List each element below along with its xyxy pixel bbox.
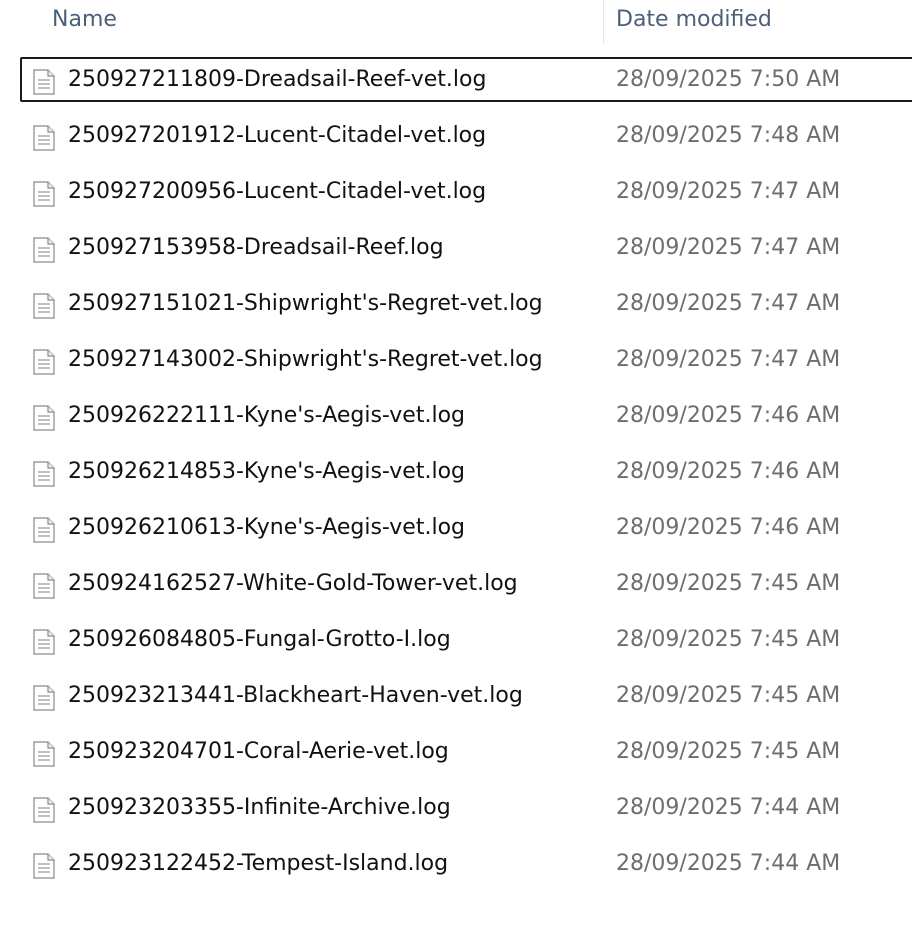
file-date-modified: 28/09/2025 7:47 AM [616, 291, 841, 316]
file-date-modified: 28/09/2025 7:50 AM [616, 67, 841, 92]
file-date-modified: 28/09/2025 7:47 AM [616, 179, 841, 204]
file-date-modified: 28/09/2025 7:46 AM [616, 403, 841, 428]
sort-caret-icon: ˅ [760, 0, 766, 7]
file-row[interactable]: 250923204701-Coral-Aerie-vet.log 28/09/20… [0, 728, 912, 784]
file-date-modified: 28/09/2025 7:47 AM [616, 347, 841, 372]
column-divider[interactable] [603, 0, 604, 44]
column-header-bar: Name Date modified ˅ [0, 0, 912, 44]
file-date-modified: 28/09/2025 7:44 AM [616, 795, 841, 820]
text-file-icon [33, 685, 55, 711]
file-row[interactable]: 250923203355-Infinite-Archive.log 28/09/2… [0, 784, 912, 840]
file-row[interactable]: 250927151021-Shipwright's-Regret-vet.log… [0, 280, 912, 336]
text-file-icon [33, 125, 55, 151]
text-file-icon [33, 741, 55, 767]
file-name[interactable]: 250923122452-Tempest-Island.log [68, 840, 448, 888]
text-file-icon [33, 517, 55, 543]
file-name[interactable]: 250926222111-Kyne's-Aegis-vet.log [68, 392, 465, 440]
file-name[interactable]: 250924162527-White-Gold-Tower-vet.log [68, 560, 518, 608]
file-row[interactable]: 250926210613-Kyne's-Aegis-vet.log 28/09/2… [0, 504, 912, 560]
file-row[interactable]: 250924162527-White-Gold-Tower-vet.log 28/… [0, 560, 912, 616]
text-file-icon [33, 293, 55, 319]
file-row[interactable]: 250926214853-Kyne's-Aegis-vet.log 28/09/2… [0, 448, 912, 504]
file-name[interactable]: 250923213441-Blackheart-Haven-vet.log [68, 672, 523, 720]
file-date-modified: 28/09/2025 7:45 AM [616, 739, 841, 764]
file-row[interactable]: 250927143002-Shipwright's-Regret-vet.log… [0, 336, 912, 392]
file-name[interactable]: 250927153958-Dreadsail-Reef.log [68, 224, 444, 272]
file-date-modified: 28/09/2025 7:48 AM [616, 123, 841, 148]
file-date-modified: 28/09/2025 7:46 AM [616, 515, 841, 540]
text-file-icon [33, 69, 55, 95]
file-row[interactable]: 250923122452-Tempest-Island.log 28/09/202… [0, 840, 912, 896]
file-row[interactable]: 250926222111-Kyne's-Aegis-vet.log 28/09/2… [0, 392, 912, 448]
column-header-name[interactable]: Name [52, 0, 592, 40]
file-date-modified: 28/09/2025 7:47 AM [616, 235, 841, 260]
file-row[interactable]: 250926084805-Fungal-Grotto-I.log 28/09/20… [0, 616, 912, 672]
file-name[interactable]: 250927201912-Lucent-Citadel-vet.log [68, 112, 486, 160]
file-row[interactable]: 250923213441-Blackheart-Haven-vet.log 28/… [0, 672, 912, 728]
file-name[interactable]: 250926084805-Fungal-Grotto-I.log [68, 616, 451, 664]
file-name[interactable]: 250927211809-Dreadsail-Reef-vet.log [68, 56, 486, 104]
file-list: 250927211809-Dreadsail-Reef-vet.log 28/09… [0, 56, 912, 896]
file-date-modified: 28/09/2025 7:45 AM [616, 627, 841, 652]
file-row[interactable]: 250927201912-Lucent-Citadel-vet.log 28/09… [0, 112, 912, 168]
text-file-icon [33, 405, 55, 431]
file-date-modified: 28/09/2025 7:46 AM [616, 459, 841, 484]
text-file-icon [33, 853, 55, 879]
file-name[interactable]: 250923204701-Coral-Aerie-vet.log [68, 728, 449, 776]
file-date-modified: 28/09/2025 7:45 AM [616, 683, 841, 708]
file-row[interactable]: 250927153958-Dreadsail-Reef.log 28/09/202… [0, 224, 912, 280]
file-name[interactable]: 250927151021-Shipwright's-Regret-vet.log [68, 280, 543, 328]
file-name[interactable]: 250926214853-Kyne's-Aegis-vet.log [68, 448, 465, 496]
file-date-modified: 28/09/2025 7:44 AM [616, 851, 841, 876]
file-name[interactable]: 250927200956-Lucent-Citadel-vet.log [68, 168, 486, 216]
text-file-icon [33, 461, 55, 487]
text-file-icon [33, 629, 55, 655]
file-name[interactable]: 250927143002-Shipwright's-Regret-vet.log [68, 336, 543, 384]
text-file-icon [33, 797, 55, 823]
file-row[interactable]: 250927211809-Dreadsail-Reef-vet.log 28/09… [0, 56, 912, 112]
text-file-icon [33, 349, 55, 375]
text-file-icon [33, 181, 55, 207]
file-date-modified: 28/09/2025 7:45 AM [616, 571, 841, 596]
file-name[interactable]: 250923203355-Infinite-Archive.log [68, 784, 451, 832]
file-row[interactable]: 250927200956-Lucent-Citadel-vet.log 28/09… [0, 168, 912, 224]
text-file-icon [33, 237, 55, 263]
file-name[interactable]: 250926210613-Kyne's-Aegis-vet.log [68, 504, 465, 552]
text-file-icon [33, 573, 55, 599]
